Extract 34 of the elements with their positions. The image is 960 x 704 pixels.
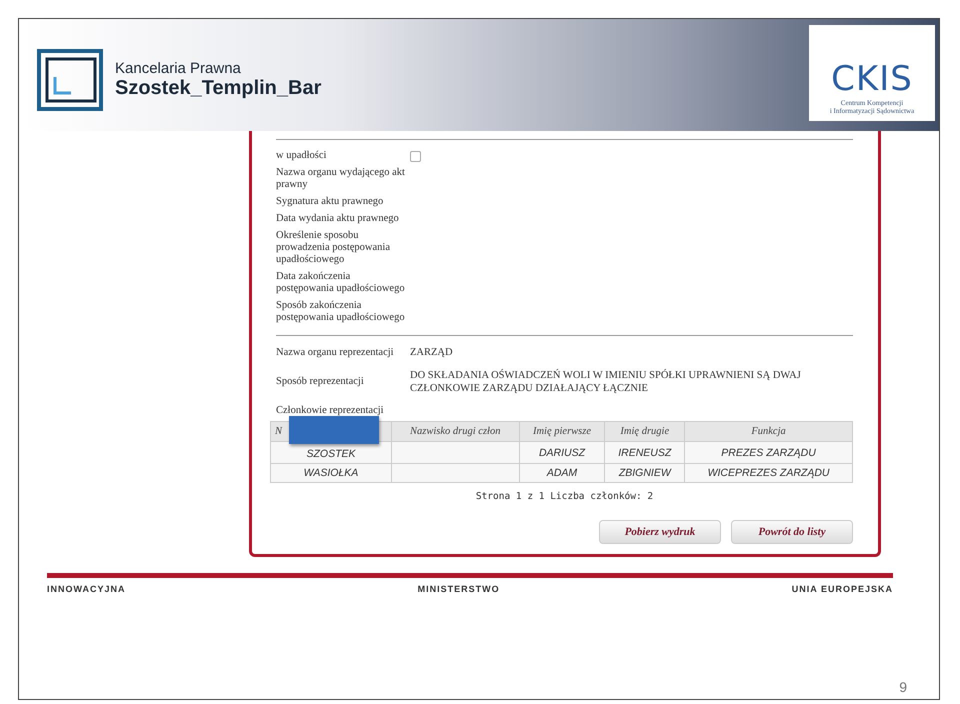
table-cell: ZBIGNIEW: [604, 464, 685, 482]
brand-subtitle: Kancelaria Prawna: [115, 60, 242, 77]
field-value: ZARZĄD: [410, 346, 453, 359]
field-label: Sposób reprezentacji: [276, 376, 365, 388]
column-header: Imię drugie: [604, 422, 685, 442]
field-label: Określenie sposobu prowadzenia postępowania upadłościowego: [276, 230, 391, 266]
footer-logo-text: INNOWACYJNA: [47, 584, 126, 594]
brand-name: Szostek_Templin_Bar: [115, 77, 322, 100]
table-cell: IRENEUSZ: [604, 442, 685, 464]
table-cell: DARIUSZ: [519, 442, 605, 464]
action-button[interactable]: Pobierz wydruk: [599, 520, 721, 544]
field-label: Członkowie reprezentacji: [276, 405, 384, 417]
field-label: Nazwa organu wydającego akt prawny: [276, 167, 406, 191]
table-cell: PREZES ZARZĄDU: [684, 442, 852, 464]
column-header: Imię pierwsze: [519, 422, 605, 442]
field-label: Sposób zakończenia postępowania upadłościowego: [276, 300, 406, 324]
field-label: Data wydania aktu prawnego: [276, 213, 400, 225]
action-button[interactable]: Powrót do listy: [731, 520, 853, 544]
pagination-info: Strona 1 z 1 Liczba członków: 2: [476, 491, 654, 502]
field-value: DO SKŁADANIA OŚWIADCZEŃ WOLI W IMIENIU SPÓŁKI UPRAWNIENI SĄ DWAJ CZŁONKOWIE ZARZĄDU DZIAŁAJĄCY ŁĄCZNIE: [410, 369, 802, 395]
table-cell: WICEPREZES ZARZĄDU: [684, 464, 852, 482]
table-cell: WASIOŁKA: [270, 464, 392, 482]
field-label: Sygnatura aktu prawnego: [276, 196, 384, 208]
field-label: Nazwa organu reprezentacji: [276, 346, 395, 358]
column-header: Nazwisko drugi człon: [392, 422, 519, 442]
page-number: 9: [899, 679, 907, 695]
checkbox[interactable]: [410, 150, 421, 162]
footer-logo-text: UNIA EUROPEJSKA: [792, 584, 893, 594]
footer-logo-text: MINISTERSTWO: [418, 584, 500, 594]
field-label: w upadłości: [276, 150, 328, 162]
column-header: Funkcja: [684, 422, 852, 442]
partner-logo-name: CKIS: [831, 59, 913, 99]
field-label: Data zakończenia postępowania upadłościowego: [276, 271, 406, 295]
table-cell: ADAM: [519, 464, 605, 482]
